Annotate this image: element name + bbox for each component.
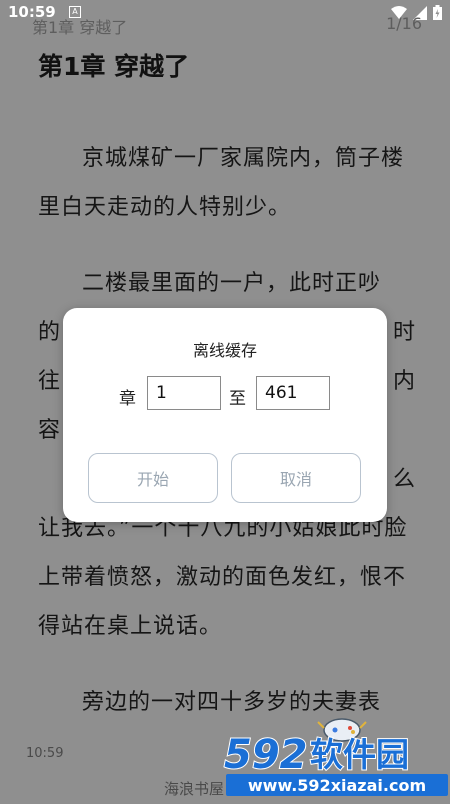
chapter-title: 第1章 穿越了 [38,52,190,81]
start-button[interactable]: 开始 [88,453,218,503]
header-page-indicator: 1/16 [386,14,422,33]
paragraph-fragment: 的 [38,320,62,345]
svg-text:592: 592 [224,732,308,778]
to-chapter-input[interactable] [256,376,330,410]
reader-header: 第1章 穿越了 1/16 [32,14,422,37]
battery-icon [433,5,442,20]
paragraph: 让我去。”一个十八九的小姑娘此时脸上带着愤怒，激动的面色发红，恨不得站在桌上说话… [38,516,408,639]
watermark-graphic: 592 软件园 www.592xiazai.com [223,718,448,796]
to-chapter-label: 至 [229,389,246,409]
chapter-range-row: 章 至 [63,376,387,414]
from-chapter-label: 章 [119,389,136,409]
offline-cache-dialog: 离线缓存 章 至 开始 取消 [63,308,387,522]
paragraph-fragment: 往 [38,369,62,394]
dialog-title: 离线缓存 [192,341,257,360]
svg-text:www.592xiazai.com: www.592xiazai.com [248,776,426,795]
from-chapter-input[interactable] [147,376,221,410]
paragraph: 二楼最里面的一户，此时正吵 [82,271,382,296]
footer-source: 海浪书屋 [164,780,225,798]
watermark-logo: 592 软件园 www.592xiazai.com [222,712,450,800]
paragraph: 京城煤矿一厂家属院内，筒子楼里白天走动的人特别少。 [38,146,405,220]
paragraph-fragment: 容 [38,418,62,443]
footer-time: 10:59 [26,746,64,761]
paragraph-fragment: 内 [392,369,416,394]
paragraph-fragment: 么 [392,467,416,492]
header-chapter: 第1章 穿越了 [32,18,128,37]
svg-text:软件园: 软件园 [310,735,409,774]
cancel-button[interactable]: 取消 [231,453,361,503]
paragraph-fragment: 时 [392,320,416,345]
